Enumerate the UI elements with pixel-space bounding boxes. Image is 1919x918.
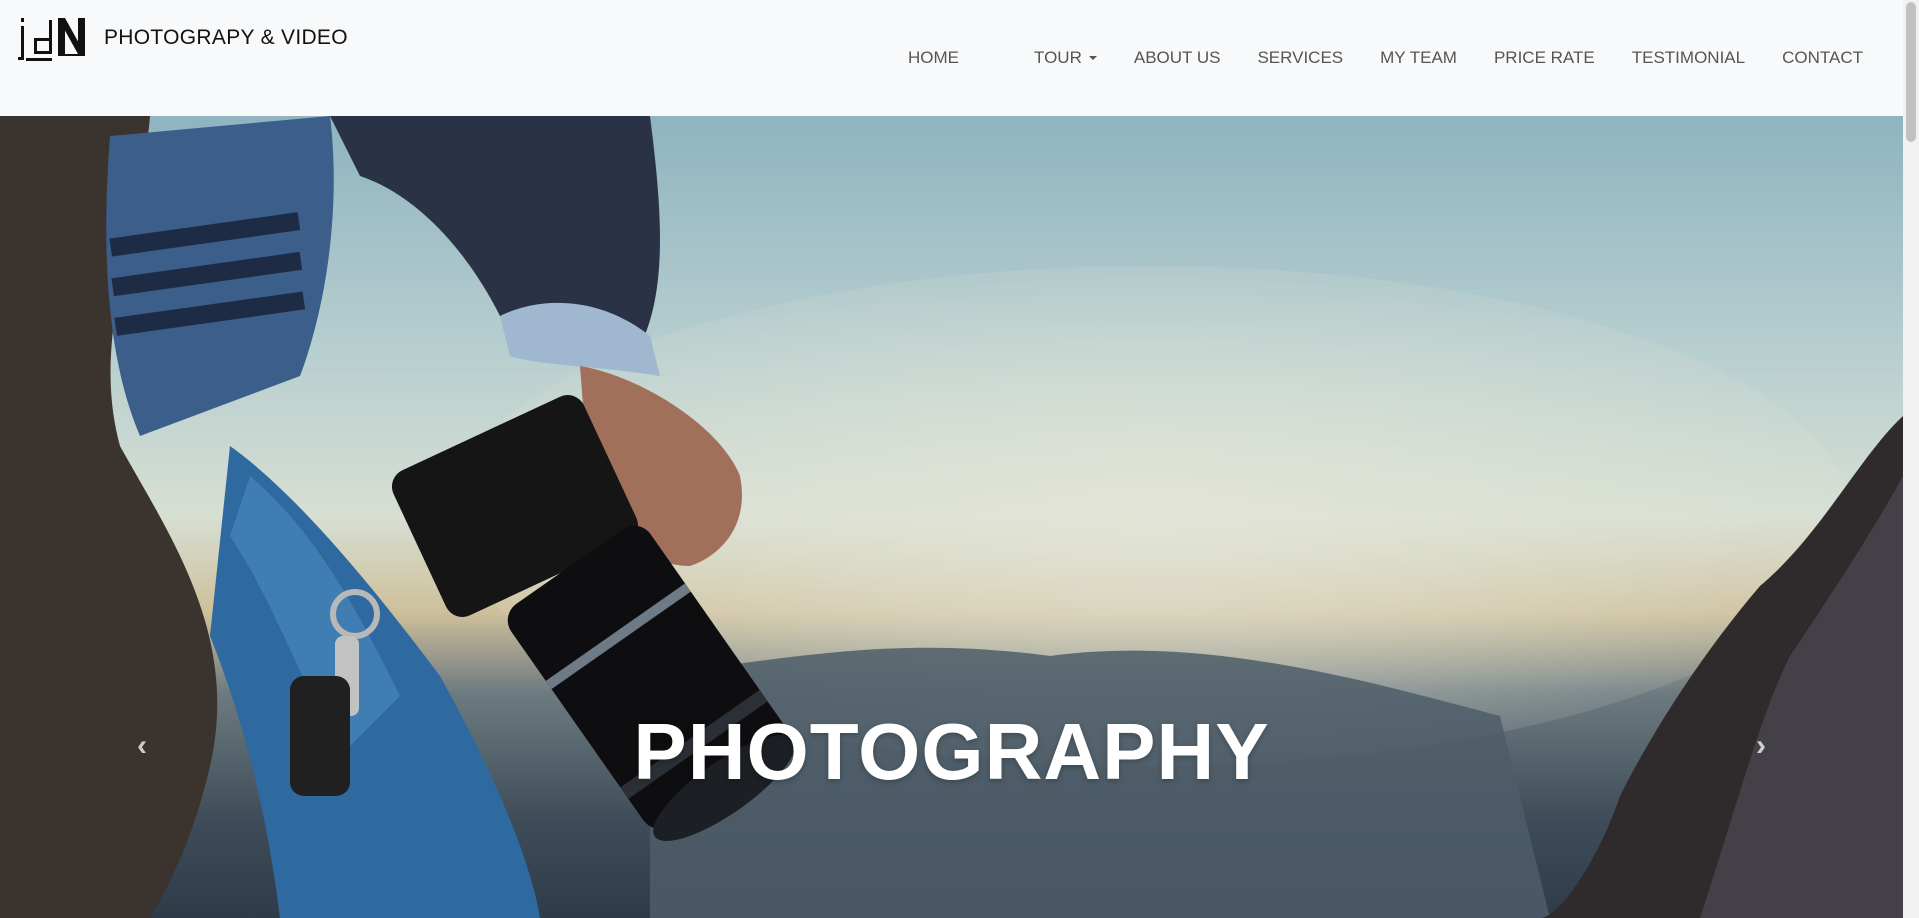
nav-item-contact[interactable]: CONTACT xyxy=(1782,48,1863,68)
nav-item-my-team[interactable]: MY TEAM xyxy=(1380,48,1457,68)
hero-carousel: ‹ › PHOTOGRAPHY xyxy=(0,116,1903,918)
scrollbar-thumb[interactable] xyxy=(1906,2,1916,142)
page-scrollbar[interactable] xyxy=(1903,0,1919,918)
nav-item-tour-label: TOUR xyxy=(1034,48,1082,67)
hero-caption: PHOTOGRAPHY xyxy=(633,707,1270,796)
nav-item-testimonial[interactable]: TESTIMONIAL xyxy=(1632,48,1745,68)
nav-item-services-label: SERVICES xyxy=(1257,48,1344,67)
nav-item-about-us-label: ABOUT US xyxy=(1133,48,1221,67)
nav-item-price-rate-label: PRICE RATE xyxy=(1493,48,1595,67)
nav-item-tour[interactable]: TOUR xyxy=(1034,48,1097,68)
nav-item-services[interactable]: SERVICES xyxy=(1257,48,1343,68)
nav-item-home-label: HOME xyxy=(908,48,959,67)
navbar: PHOTOGRAPY & VIDEO HOME TOUR ABOUT US SE… xyxy=(0,0,1903,116)
brand[interactable]: PHOTOGRAPY & VIDEO xyxy=(18,16,348,66)
caret-down-icon xyxy=(1088,56,1097,60)
nav-item-about-us[interactable]: ABOUT US xyxy=(1134,48,1221,68)
brand-name: PHOTOGRAPY & VIDEO xyxy=(104,26,348,49)
nav-item-testimonial-label: TESTIMONIAL xyxy=(1631,48,1746,67)
brand-logo[interactable] xyxy=(18,16,92,66)
nav-item-home[interactable]: HOME xyxy=(908,48,959,68)
nav-item-my-team-label: MY TEAM xyxy=(1380,48,1457,67)
nav-item-price-rate[interactable]: PRICE RATE xyxy=(1494,48,1595,68)
nav-item-contact-label: CONTACT xyxy=(1782,48,1863,67)
main-nav: HOME TOUR ABOUT US SERVICES MY TEAM PRIC… xyxy=(908,48,1863,68)
